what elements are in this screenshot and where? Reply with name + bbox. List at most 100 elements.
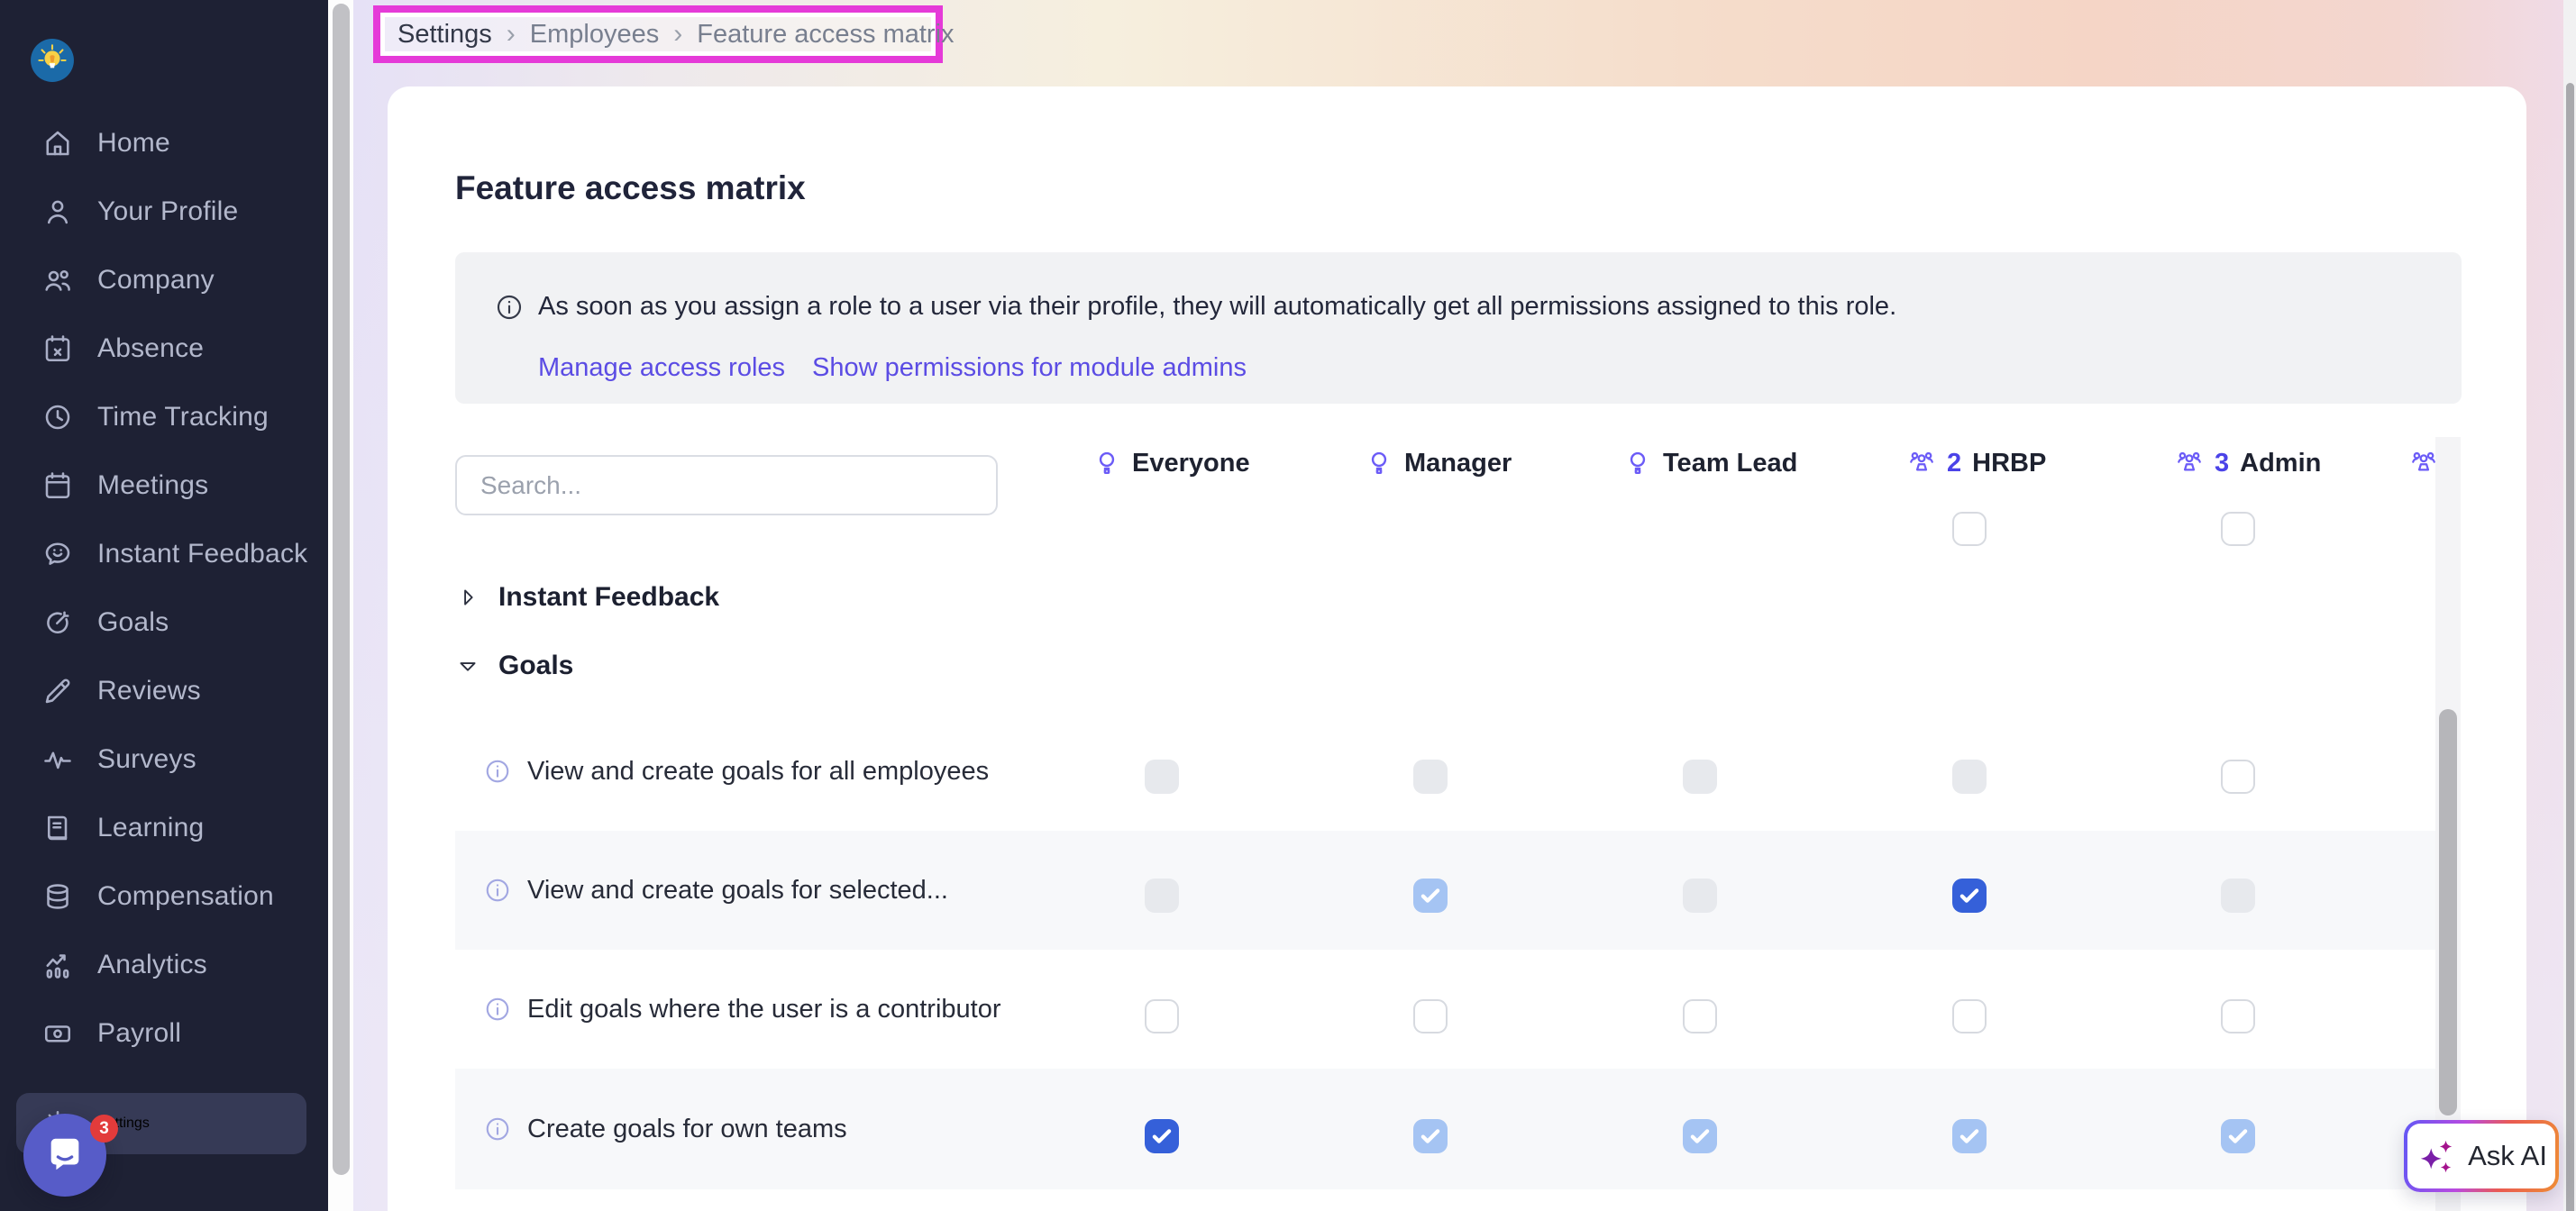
checkbox-create-own-teams-everyone[interactable]: [1145, 1119, 1179, 1153]
show-module-admin-permissions-link[interactable]: Show permissions for module admins: [812, 353, 1247, 383]
checkbox-view-selected-hrbp[interactable]: [1952, 879, 1987, 913]
sidebar-item-time-tracking[interactable]: Time Tracking: [0, 383, 328, 451]
page-scrollbar-thumb[interactable]: [2566, 83, 2574, 1211]
breadcrumb: Settings › Employees › Feature access ma…: [397, 19, 955, 50]
ask-ai-label: Ask AI: [2468, 1140, 2547, 1172]
sidebar-item-label: Meetings: [97, 470, 208, 501]
table-scrollbar-track: [2435, 437, 2461, 1211]
group-row-instant-feedback[interactable]: Instant Feedback: [455, 578, 719, 617]
sidebar: Home Your Profile Company Absence Time T…: [0, 0, 328, 1211]
sidebar-item-home[interactable]: Home: [0, 109, 328, 178]
group-label: Goals: [498, 651, 573, 681]
info-circle-icon[interactable]: [484, 758, 511, 785]
clock-icon: [41, 401, 74, 433]
checkbox-view-all-admin[interactable]: [2221, 760, 2255, 794]
lightbulb-icon: [1365, 449, 1393, 478]
sidebar-item-company[interactable]: Company: [0, 246, 328, 314]
sidebar-item-label: Absence: [97, 333, 204, 364]
page-scrollbar-track: [2563, 0, 2576, 1211]
table-scrollbar-thumb[interactable]: [2439, 709, 2457, 1115]
sidebar-item-instant-feedback[interactable]: Instant Feedback: [0, 520, 328, 588]
checkbox-edit-contributor-team-lead[interactable]: [1683, 999, 1717, 1033]
chat-unread-badge: 3: [90, 1115, 118, 1143]
sidebar-item-payroll[interactable]: Payroll: [0, 999, 328, 1068]
checkbox-view-selected-admin: [2221, 879, 2255, 913]
info-circle-icon[interactable]: [484, 1115, 511, 1143]
checkbox-edit-contributor-admin[interactable]: [2221, 999, 2255, 1033]
checkbox-edit-contributor-everyone[interactable]: [1145, 999, 1179, 1033]
checkbox-create-own-teams-hrbp: [1952, 1119, 1987, 1153]
column-header-partial: [2409, 445, 2436, 481]
sidebar-item-compensation[interactable]: Compensation: [0, 862, 328, 931]
column-label: Admin: [2240, 449, 2321, 478]
breadcrumb-settings[interactable]: Settings: [397, 20, 492, 50]
select-all-checkbox-admin[interactable]: [2221, 512, 2255, 546]
column-header-team-lead: Team Lead: [1623, 445, 1797, 481]
permission-label: Create goals for own teams: [527, 1115, 847, 1144]
user-group-icon: [2175, 449, 2204, 478]
checkbox-create-own-teams-team-lead: [1683, 1119, 1717, 1153]
calendar-icon: [41, 469, 74, 502]
checkbox-edit-contributor-hrbp[interactable]: [1952, 999, 1987, 1033]
book-icon: [41, 812, 74, 844]
breadcrumb-separator: ›: [507, 19, 516, 50]
column-label: Manager: [1404, 449, 1512, 478]
sidebar-item-label: Company: [97, 265, 215, 296]
column-label: Team Lead: [1663, 449, 1797, 478]
group-row-goals[interactable]: Goals: [455, 646, 573, 686]
sidebar-item-label: Compensation: [97, 881, 274, 912]
sidebar-item-label: Reviews: [97, 676, 201, 706]
chat-icon: [44, 1134, 86, 1176]
chevron-right-icon: [455, 585, 480, 610]
chevron-down-icon: [455, 653, 480, 678]
company-logo: [30, 38, 75, 83]
column-header-manager: Manager: [1365, 445, 1512, 481]
checkbox-edit-contributor-manager[interactable]: [1413, 999, 1448, 1033]
coins-icon: [41, 880, 74, 913]
sidebar-item-meetings[interactable]: Meetings: [0, 451, 328, 520]
breadcrumb-current-page: Feature access matrix: [697, 20, 954, 50]
home-icon: [41, 127, 74, 159]
breadcrumb-bar: Settings › Employees › Feature access ma…: [380, 13, 936, 56]
sidebar-item-analytics[interactable]: Analytics: [0, 931, 328, 999]
user-group-icon: [1907, 449, 1936, 478]
column-member-count: 2: [1947, 449, 1961, 478]
pulse-icon: [41, 743, 74, 776]
breadcrumb-separator: ›: [673, 19, 682, 50]
sidebar-item-label: Instant Feedback: [97, 539, 307, 569]
permission-label: Edit goals where the user is a contribut…: [527, 995, 1001, 1024]
sidebar-item-label: Analytics: [97, 950, 207, 980]
sidebar-scrollbar-track: [328, 0, 353, 1211]
annotation-highlight-box: Settings › Employees › Feature access ma…: [373, 5, 943, 63]
select-all-checkbox-hrbp[interactable]: [1952, 512, 1987, 546]
column-label: HRBP: [1972, 449, 2046, 478]
sidebar-item-absence[interactable]: Absence: [0, 314, 328, 383]
sidebar-item-goals[interactable]: Goals: [0, 588, 328, 657]
column-label: Everyone: [1132, 449, 1250, 478]
permission-label: View and create goals for all employees: [527, 757, 989, 787]
sidebar-item-label: Goals: [97, 607, 169, 638]
checkbox-view-all-team-lead: [1683, 760, 1717, 794]
calendar-x-icon: [41, 332, 74, 365]
sidebar-scrollbar-thumb[interactable]: [333, 4, 350, 1175]
info-banner: As soon as you assign a role to a user v…: [455, 252, 2462, 404]
sidebar-item-label: Home: [97, 128, 170, 159]
group-label: Instant Feedback: [498, 582, 719, 613]
sidebar-item-surveys[interactable]: Surveys: [0, 725, 328, 794]
app-root: Home Your Profile Company Absence Time T…: [0, 0, 2576, 1211]
page-title: Feature access matrix: [455, 169, 806, 207]
manage-access-roles-link[interactable]: Manage access roles: [538, 353, 785, 383]
ask-ai-button[interactable]: Ask AI: [2404, 1120, 2559, 1192]
breadcrumb-employees[interactable]: Employees: [530, 20, 659, 50]
pencil-icon: [41, 675, 74, 707]
info-circle-icon[interactable]: [484, 996, 511, 1023]
permission-label: View and create goals for selected...: [527, 876, 948, 906]
sidebar-item-your-profile[interactable]: Your Profile: [0, 178, 328, 246]
search-input[interactable]: [455, 455, 998, 515]
sidebar-item-learning[interactable]: Learning: [0, 794, 328, 862]
sidebar-nav: Home Your Profile Company Absence Time T…: [0, 109, 328, 1068]
column-header-admin: 3 Admin: [2175, 445, 2321, 481]
sidebar-item-reviews[interactable]: Reviews: [0, 657, 328, 725]
checkbox-view-selected-team-lead: [1683, 879, 1717, 913]
info-circle-icon[interactable]: [484, 877, 511, 904]
